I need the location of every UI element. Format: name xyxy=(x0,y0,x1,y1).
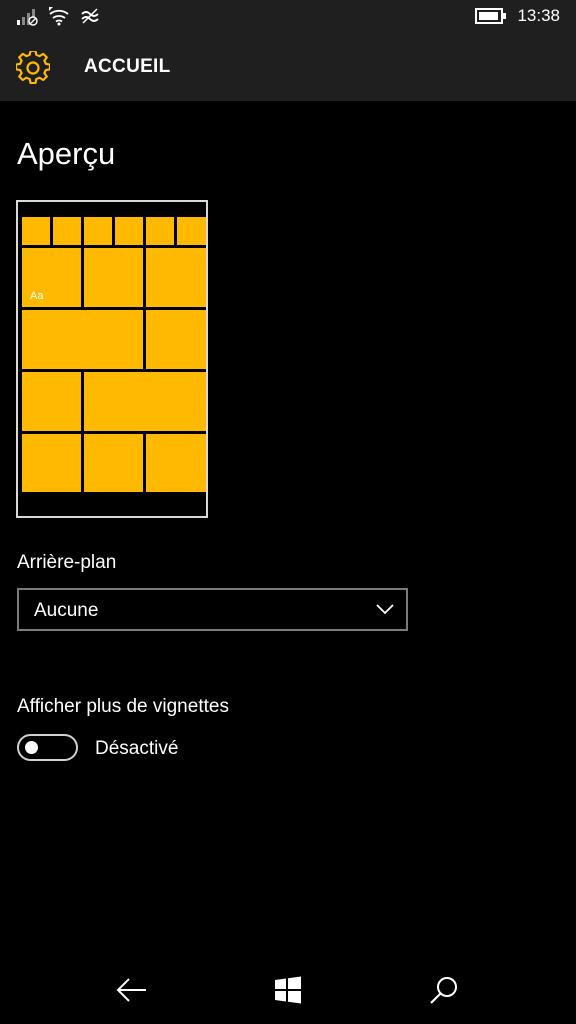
start-preview: Aa xyxy=(16,200,208,518)
search-button[interactable] xyxy=(424,972,464,1008)
background-selected-value: Aucune xyxy=(34,600,99,621)
preview-tile xyxy=(22,372,81,431)
preview-tile: Aa xyxy=(22,248,81,307)
battery-icon xyxy=(475,8,507,24)
more-tiles-label: Afficher plus de vignettes xyxy=(17,696,229,717)
app-header: ACCUEIL xyxy=(0,34,576,101)
preview-tile xyxy=(146,217,174,245)
preview-tile xyxy=(22,434,81,492)
back-arrow-icon xyxy=(116,978,146,1002)
start-button[interactable] xyxy=(268,972,308,1008)
status-bar: 13:38 xyxy=(0,0,576,34)
preview-tile xyxy=(53,217,81,245)
more-tiles-toggle[interactable] xyxy=(17,734,78,761)
back-button[interactable] xyxy=(112,972,152,1008)
preview-tile xyxy=(115,217,143,245)
signal-icon xyxy=(17,9,38,26)
clock: 13:38 xyxy=(517,6,560,25)
start-settings-screen: 13:38 ACCUEIL Aperçu Aa Arrière-plan Auc… xyxy=(0,0,576,1024)
preview-tile xyxy=(22,310,143,369)
preview-tile xyxy=(177,217,206,245)
tile-label: Aa xyxy=(30,290,44,302)
preview-tile xyxy=(84,248,143,307)
preview-tile xyxy=(84,434,143,492)
preview-title: Aperçu xyxy=(17,136,116,171)
preview-tile xyxy=(146,310,206,369)
data-saver-icon xyxy=(81,8,99,24)
gear-icon xyxy=(16,51,50,85)
preview-tile xyxy=(146,434,206,492)
wifi-icon xyxy=(49,7,69,26)
search-icon xyxy=(430,977,457,1004)
navigation-bar xyxy=(0,950,576,1024)
preview-tile xyxy=(22,217,50,245)
background-dropdown[interactable]: Aucune xyxy=(17,588,408,631)
preview-tile xyxy=(84,217,112,245)
chevron-down-icon xyxy=(376,604,394,615)
preview-tile xyxy=(84,372,206,431)
more-tiles-state: Désactivé xyxy=(95,738,179,759)
header-title: ACCUEIL xyxy=(84,56,171,77)
background-label: Arrière-plan xyxy=(17,552,117,573)
preview-tile xyxy=(146,248,206,307)
windows-start-icon xyxy=(275,976,301,1004)
toggle-knob xyxy=(25,741,38,754)
